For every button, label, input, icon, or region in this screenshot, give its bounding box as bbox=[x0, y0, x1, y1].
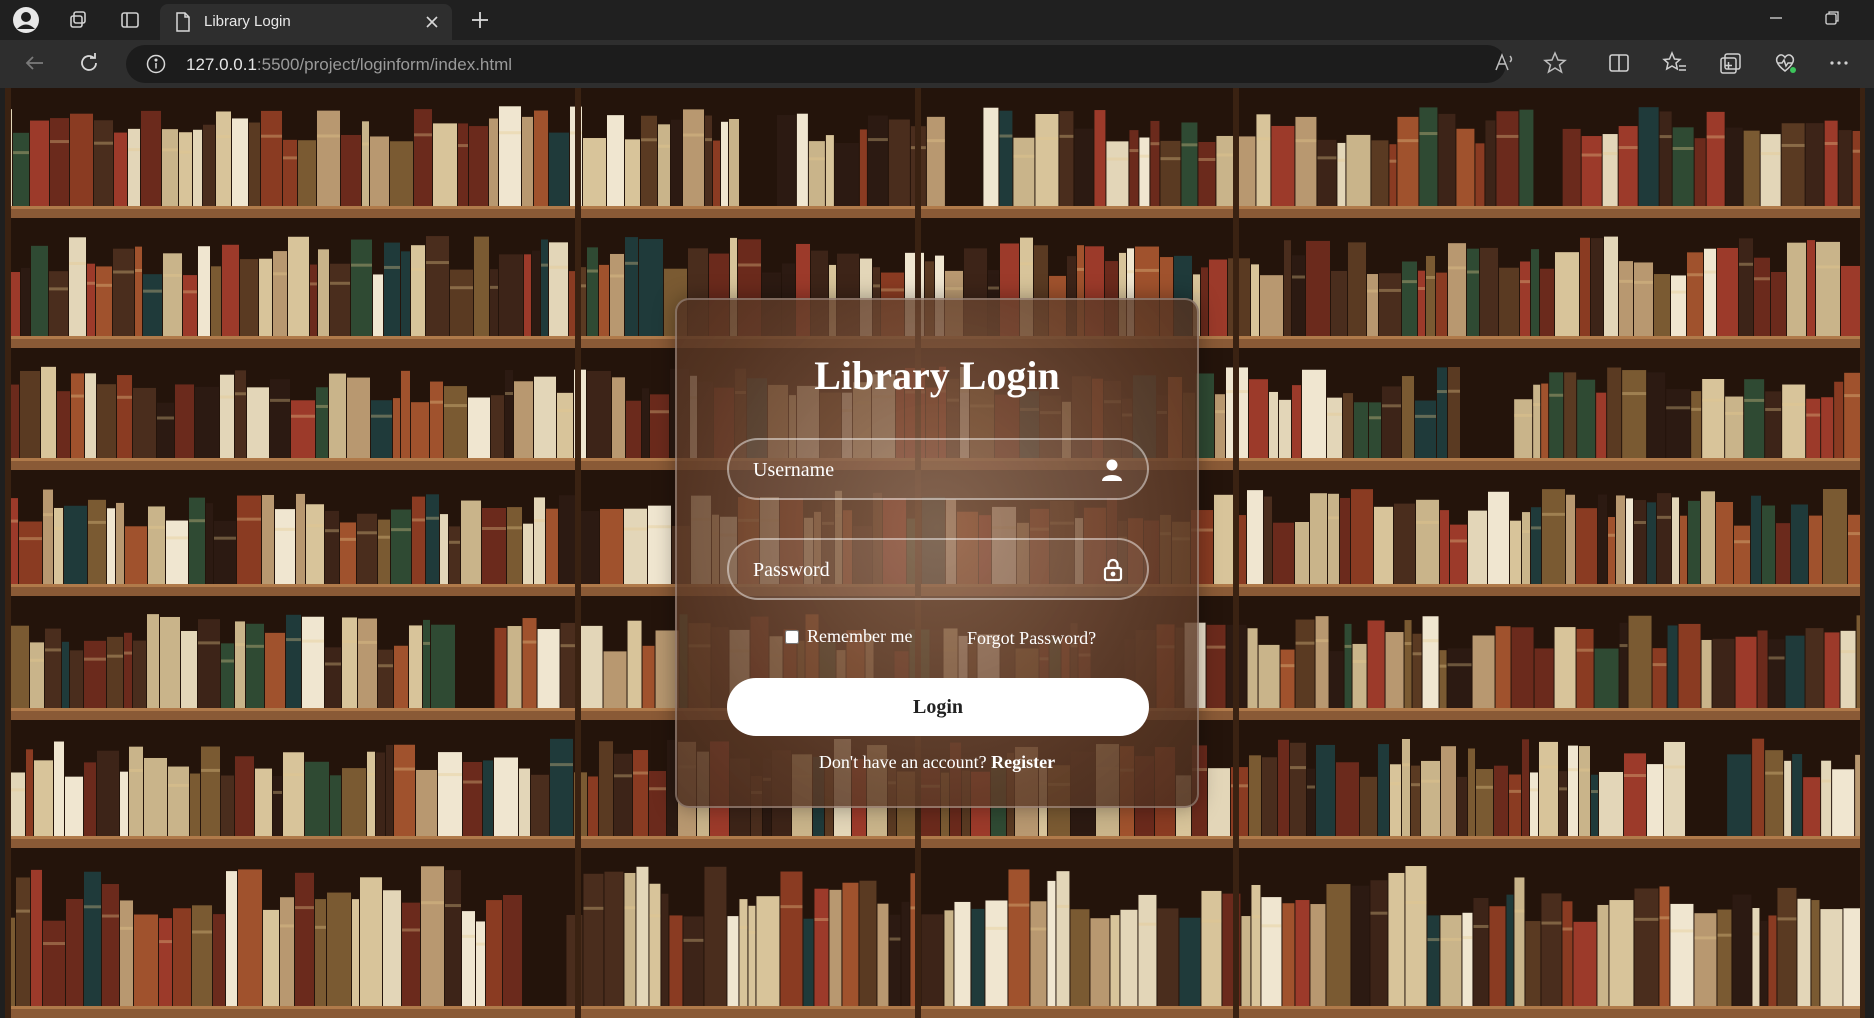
favorites-icon[interactable] bbox=[1662, 50, 1688, 81]
collections-icon[interactable] bbox=[1718, 50, 1744, 81]
url-text: 127.0.0.1:5500/project/loginform/index.h… bbox=[186, 55, 512, 75]
register-prompt: Don't have an account? Register bbox=[677, 752, 1197, 773]
login-button[interactable]: Login bbox=[727, 678, 1149, 736]
new-tab-button[interactable] bbox=[466, 6, 494, 39]
register-prompt-text: Don't have an account? bbox=[818, 752, 987, 772]
read-aloud-icon[interactable] bbox=[1492, 50, 1518, 81]
favorite-star-icon[interactable] bbox=[1542, 50, 1568, 81]
login-heading: Library Login bbox=[814, 353, 1060, 398]
back-icon[interactable] bbox=[22, 50, 48, 81]
username-field[interactable] bbox=[727, 438, 1149, 500]
address-field[interactable]: 127.0.0.1:5500/project/loginform/index.h… bbox=[126, 45, 1506, 83]
login-card: Library Login Remember me Forgot Passwor… bbox=[675, 298, 1199, 808]
vertical-tabs-icon[interactable] bbox=[116, 6, 144, 34]
minimize-icon[interactable] bbox=[1766, 8, 1786, 33]
lock-icon bbox=[1103, 558, 1123, 587]
username-input[interactable] bbox=[753, 456, 1083, 484]
split-screen-icon[interactable] bbox=[1606, 50, 1632, 81]
browser-essentials-icon[interactable] bbox=[1772, 50, 1798, 81]
login-options: Remember me Forgot Password? bbox=[677, 626, 1197, 652]
refresh-icon[interactable] bbox=[76, 50, 102, 81]
tab-title: Library Login bbox=[204, 13, 291, 30]
browser-address-bar: 127.0.0.1:5500/project/loginform/index.h… bbox=[0, 40, 1874, 88]
remember-me-checkbox[interactable] bbox=[785, 629, 799, 644]
user-icon bbox=[1101, 458, 1123, 487]
more-options-icon[interactable] bbox=[1826, 50, 1852, 81]
close-icon[interactable] bbox=[422, 12, 442, 37]
document-icon bbox=[174, 12, 192, 37]
forgot-password-link[interactable]: Forgot Password? bbox=[967, 628, 1096, 649]
password-input[interactable] bbox=[753, 556, 1083, 584]
url-host: 127.0.0.1 bbox=[186, 55, 257, 74]
tab-library-login[interactable]: Library Login bbox=[160, 4, 452, 40]
workspaces-icon[interactable] bbox=[64, 6, 92, 34]
info-icon[interactable] bbox=[146, 54, 166, 79]
profile-avatar-icon[interactable] bbox=[12, 6, 40, 34]
password-field[interactable] bbox=[727, 538, 1149, 600]
remember-me[interactable]: Remember me bbox=[785, 626, 912, 647]
register-link[interactable]: Register bbox=[991, 752, 1055, 772]
restore-icon[interactable] bbox=[1822, 8, 1842, 33]
page-viewport: Library Login Remember me Forgot Passwor… bbox=[5, 88, 1865, 1018]
browser-tab-bar: Library Login bbox=[0, 0, 1874, 40]
url-path: :5500/project/loginform/index.html bbox=[256, 55, 513, 74]
remember-me-label: Remember me bbox=[807, 626, 913, 646]
